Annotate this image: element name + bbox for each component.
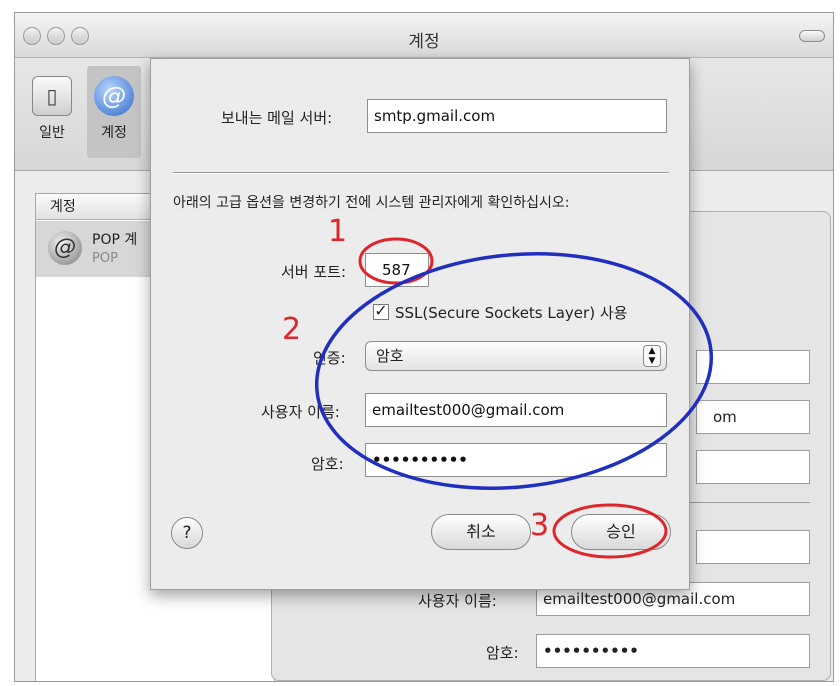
ok-highlight-circle [552, 503, 668, 559]
annotation-step-3: 3 [530, 508, 550, 543]
annotation-step-2: 2 [282, 312, 302, 347]
annotation-step-1: 1 [328, 214, 348, 249]
annotation-overlay [314, 237, 714, 559]
